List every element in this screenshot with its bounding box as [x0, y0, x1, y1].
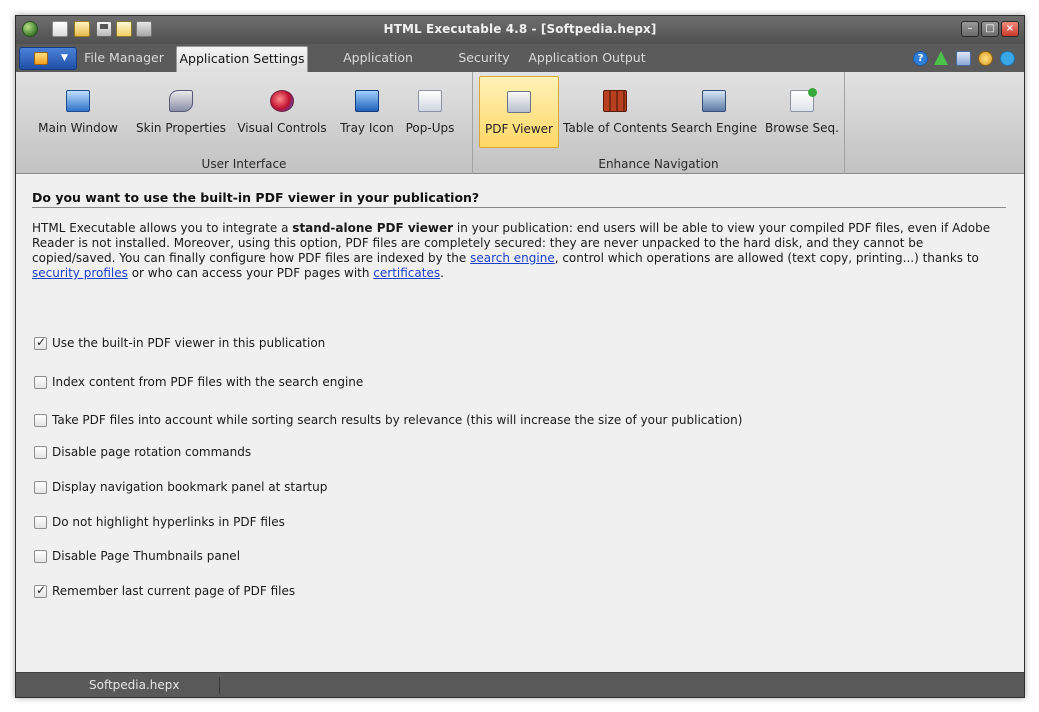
tab-security[interactable]: Security	[452, 46, 516, 72]
maximize-button[interactable]: □	[981, 21, 999, 37]
desc-part-5: .	[440, 266, 444, 280]
tab-application-output[interactable]: Application Output	[524, 46, 650, 72]
checkbox[interactable]	[34, 414, 47, 427]
group-label-enhance-navigation: Enhance Navigation	[598, 157, 719, 171]
checkbox[interactable]	[34, 550, 47, 563]
star-icon[interactable]	[978, 51, 993, 66]
tray-icon-label: Tray Icon	[340, 121, 394, 135]
option-label: Index content from PDF files with the se…	[52, 375, 364, 389]
desc-part-1: HTML Executable allows you to integrate …	[32, 221, 293, 235]
checkbox[interactable]	[34, 583, 47, 598]
main-window-label: Main Window	[38, 121, 118, 135]
tab-file-manager[interactable]: File Manager	[78, 46, 170, 72]
status-bar: Softpedia.hepx	[16, 672, 1024, 697]
monitor-icon	[66, 90, 90, 112]
checkbox[interactable]	[34, 446, 47, 459]
main-window-button[interactable]: Main Window	[34, 76, 122, 148]
description-text: HTML Executable allows you to integrate …	[32, 221, 1010, 281]
checkbox[interactable]	[34, 376, 47, 389]
status-divider	[219, 677, 220, 694]
brush-icon	[169, 90, 193, 112]
help-icon[interactable]: ?	[913, 51, 928, 66]
table-of-contents-button[interactable]: Table of Contents	[563, 76, 667, 148]
group-label-user-interface: User Interface	[201, 157, 287, 171]
tray-icon	[355, 90, 379, 112]
browse-sequence-label: Browse Seq.	[765, 121, 839, 135]
tab-application-settings[interactable]: Application Settings	[176, 46, 308, 72]
browse-sequence-button[interactable]: Browse Seq.	[763, 76, 841, 148]
option-label: Disable page rotation commands	[52, 445, 252, 459]
table-of-contents-label: Table of Contents	[563, 121, 668, 135]
checkbox[interactable]	[34, 516, 47, 529]
update-icon[interactable]	[934, 51, 948, 65]
tab-strip: ▼ File Manager Application Settings Appl…	[16, 44, 1024, 89]
certificates-link[interactable]: certificates	[373, 266, 440, 280]
popups-label: Pop-Ups	[405, 121, 455, 135]
skin-properties-button[interactable]: Skin Properties	[132, 76, 230, 148]
heading-divider	[32, 207, 1006, 208]
checkbox[interactable]	[34, 335, 47, 350]
title-bar[interactable]: HTML Executable 4.8 - [Softpedia.hepx] –…	[16, 16, 1024, 44]
pdf-viewer-label: PDF Viewer	[485, 122, 553, 136]
option-label: Do not highlight hyperlinks in PDF files	[52, 515, 285, 529]
popups-button[interactable]: Pop-Ups	[400, 76, 460, 148]
desc-part-4: or who can access your PDF pages with	[127, 266, 374, 280]
browse-sequence-icon	[790, 88, 817, 112]
option-label: Display navigation bookmark panel at sta…	[52, 480, 328, 494]
network-icon[interactable]	[956, 51, 971, 66]
controls-icon	[270, 90, 294, 112]
group-user-interface: Main Window Skin Properties Visual Contr…	[16, 72, 473, 174]
tray-icon-button[interactable]: Tray Icon	[336, 76, 398, 148]
menu-icon	[34, 52, 48, 65]
books-icon	[603, 90, 627, 112]
minimize-button[interactable]: –	[961, 21, 979, 37]
settings-panel: Do you want to use the built-in PDF view…	[16, 174, 1024, 672]
desc-bold-term: stand-alone PDF viewer	[292, 221, 454, 235]
checkbox[interactable]	[34, 481, 47, 494]
search-engine-label: Search Engine	[671, 121, 758, 135]
visual-controls-label: Visual Controls	[237, 121, 327, 135]
page-title: Do you want to use the built-in PDF view…	[32, 190, 480, 205]
tab-application-behavior[interactable]: Application Behavior	[314, 46, 442, 89]
option-label: Use the built-in PDF viewer in this publ…	[52, 336, 326, 350]
group-enhance-navigation: PDF Viewer Table of Contents Search Engi…	[473, 72, 845, 174]
pdf-viewer-button[interactable]: PDF Viewer	[479, 76, 559, 148]
search-engine-link[interactable]: search engine	[470, 251, 555, 265]
skin-properties-label: Skin Properties	[136, 121, 226, 135]
application-menu-button[interactable]: ▼	[19, 47, 77, 70]
option-label: Disable Page Thumbnails panel	[52, 549, 241, 563]
option-label: Take PDF files into account while sortin…	[52, 413, 743, 427]
ribbon: Main Window Skin Properties Visual Contr…	[16, 72, 1024, 174]
search-engine-icon	[702, 90, 726, 112]
status-filename: Softpedia.hepx	[89, 678, 180, 692]
close-button[interactable]: ×	[1001, 21, 1019, 37]
twitter-icon[interactable]	[1000, 51, 1015, 66]
search-engine-button[interactable]: Search Engine	[671, 76, 757, 148]
window-title: HTML Executable 4.8 - [Softpedia.hepx]	[383, 22, 657, 36]
pdf-viewer-icon	[507, 91, 531, 113]
application-window: HTML Executable 4.8 - [Softpedia.hepx] –…	[15, 15, 1025, 698]
desc-part-3: , control which operations are allowed (…	[554, 251, 979, 265]
visual-controls-button[interactable]: Visual Controls	[236, 76, 328, 148]
popups-icon	[418, 90, 442, 112]
option-label: Remember last current page of PDF files	[52, 584, 296, 598]
chevron-down-icon: ▼	[61, 53, 68, 63]
security-profiles-link[interactable]: security profiles	[32, 266, 128, 280]
